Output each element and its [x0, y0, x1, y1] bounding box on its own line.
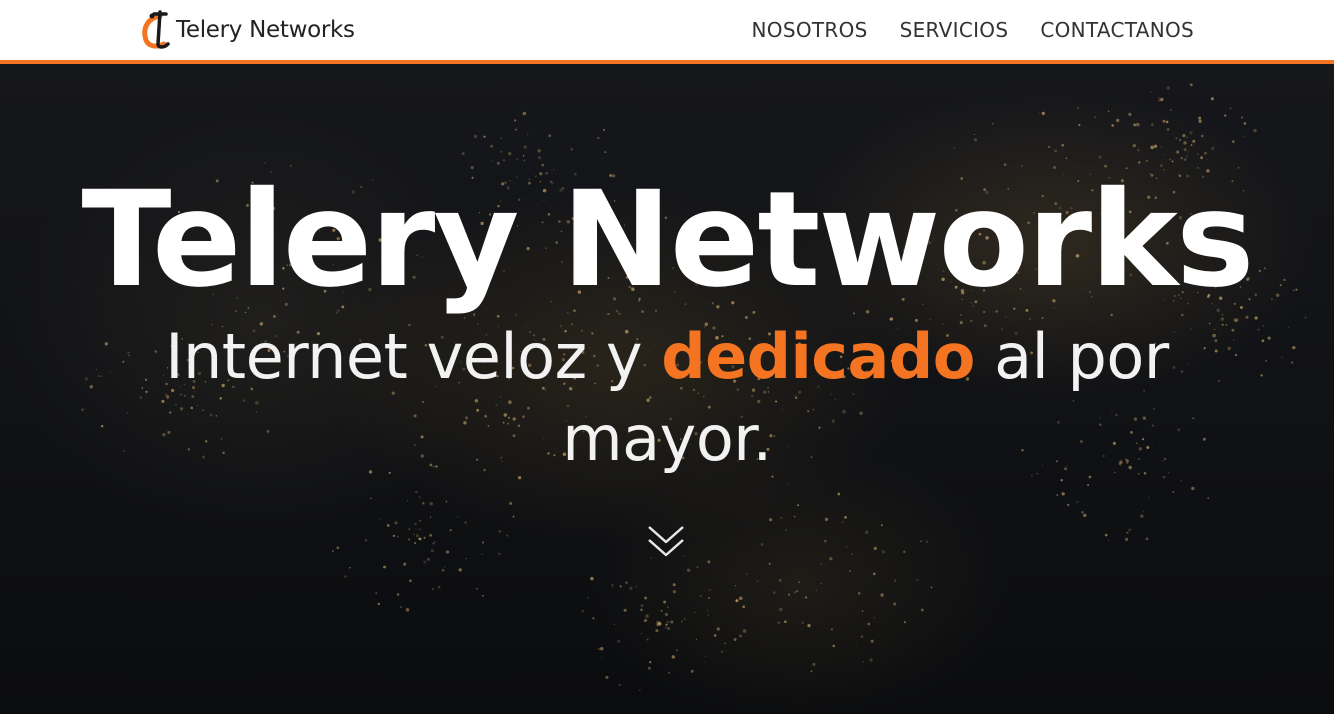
brand-name: Telery Networks [176, 17, 355, 43]
double-chevron-down-icon[interactable] [646, 524, 686, 560]
brand-link[interactable]: Telery Networks [138, 10, 355, 50]
hero-subtitle: Internet veloz y dedicado al por mayor. [150, 316, 1184, 480]
nav-item-servicios[interactable]: SERVICIOS [900, 18, 1009, 42]
brand-logo-icon [142, 10, 170, 49]
main-nav: NOSOTROS SERVICIOS CONTACTANOS [752, 0, 1194, 60]
hero-subtitle-accent: dedicado [661, 320, 975, 393]
hero-section: Telery Networks Internet veloz y dedicad… [0, 64, 1334, 714]
hero-title: Telery Networks [81, 163, 1254, 317]
hero-subtitle-text: Internet veloz y [165, 320, 662, 393]
navbar: Telery Networks NOSOTROS SERVICIOS CONTA… [0, 0, 1334, 64]
nav-item-contactanos[interactable]: CONTACTANOS [1040, 18, 1194, 42]
nav-item-nosotros[interactable]: NOSOTROS [752, 18, 868, 42]
